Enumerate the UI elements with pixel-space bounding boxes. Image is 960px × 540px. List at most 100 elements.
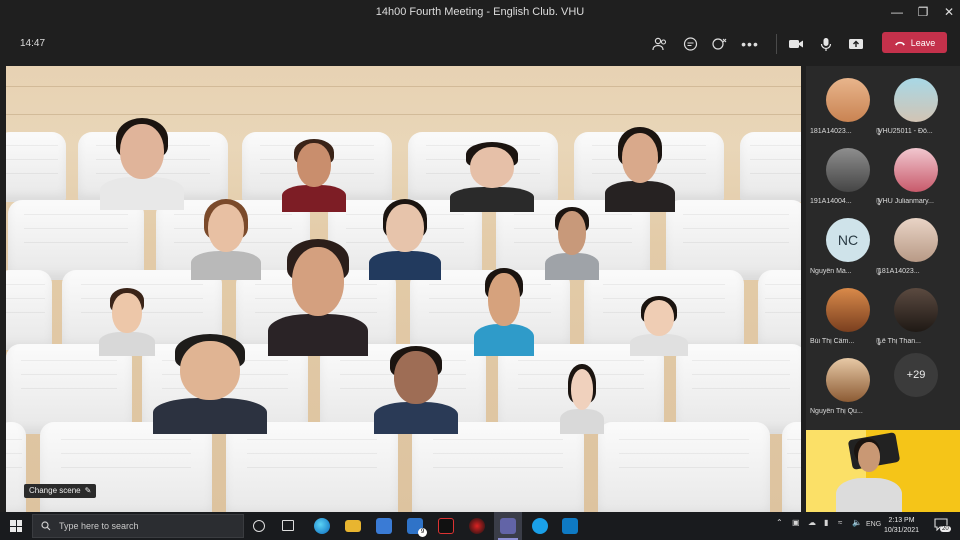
participant-tile[interactable]: 181A14023... xyxy=(878,212,946,276)
app-icon-blue[interactable] xyxy=(562,518,578,534)
participant-face xyxy=(394,351,438,404)
participant-body xyxy=(560,408,604,434)
participant-face xyxy=(180,340,240,401)
participant-tile[interactable]: NC Nguyễn Ma... 🎙 xyxy=(810,212,883,276)
participant-video[interactable] xyxy=(92,112,192,210)
participant-tile[interactable]: VHU25011 - Đỗ... xyxy=(878,72,946,136)
more-participants-button[interactable]: +29 xyxy=(894,353,938,397)
seat xyxy=(740,132,801,202)
seat xyxy=(666,200,801,280)
participant-body xyxy=(190,250,262,280)
language-indicator[interactable]: ENG xyxy=(866,521,881,528)
meeting-toolbar: 14:47 ••• Leave xyxy=(0,24,960,64)
microphone-icon xyxy=(820,37,832,51)
seat xyxy=(6,132,66,202)
task-view-icon[interactable] xyxy=(282,520,294,531)
seat xyxy=(782,422,801,512)
taskbar-clock[interactable]: 2:13 PM 10/31/2021 xyxy=(884,516,919,536)
participants-button[interactable] xyxy=(650,34,670,54)
tray-app-icon[interactable]: ▣ xyxy=(792,518,800,527)
mic-button[interactable] xyxy=(816,34,836,54)
participant-name: 181A14023... xyxy=(810,128,852,135)
app-icon-circle[interactable] xyxy=(469,518,485,534)
chat-button[interactable] xyxy=(680,34,700,54)
more-actions-button[interactable]: ••• xyxy=(740,34,760,54)
together-mode-stage: Change scene ✎ xyxy=(6,66,801,512)
share-screen-icon xyxy=(849,38,863,49)
participant-face xyxy=(621,132,659,184)
camera-icon xyxy=(789,40,803,48)
participant-video[interactable] xyxy=(142,328,278,434)
participant-body xyxy=(473,324,535,356)
participant-video[interactable] xyxy=(468,262,540,356)
reactions-button[interactable] xyxy=(710,34,730,54)
avatar xyxy=(826,288,870,332)
participant-tile[interactable]: 191A14004... 🎙 xyxy=(810,142,883,206)
window-title: 14h00 Fourth Meeting - English Club. VHU xyxy=(375,6,585,18)
self-view-video xyxy=(806,430,960,512)
avatar xyxy=(826,358,870,402)
participant-body xyxy=(100,176,184,210)
participant-video[interactable] xyxy=(624,292,694,356)
file-explorer-icon[interactable] xyxy=(345,520,361,532)
mail-icon[interactable]: 9 xyxy=(407,518,427,537)
participant-name: Nguyễn Thị Qu... xyxy=(810,408,863,415)
participant-tile[interactable]: Nguyễn Thị Qu... xyxy=(810,352,878,416)
participant-video[interactable] xyxy=(556,360,608,434)
participant-name: 191A14004... xyxy=(810,198,852,205)
camera-button[interactable] xyxy=(786,34,806,54)
avatar xyxy=(894,78,938,122)
participant-tile[interactable]: Lê Thị Than... xyxy=(878,282,946,346)
window-titlebar: 14h00 Fourth Meeting - English Club. VHU… xyxy=(0,0,960,24)
participant-face xyxy=(386,204,424,253)
search-placeholder: Type here to search xyxy=(59,521,139,531)
seat xyxy=(226,422,398,512)
seat xyxy=(6,422,26,512)
wifi-icon[interactable]: ≈ xyxy=(838,518,842,527)
participant-video[interactable] xyxy=(540,202,604,280)
close-button[interactable]: ✕ xyxy=(934,3,960,21)
share-button[interactable] xyxy=(846,34,866,54)
seat xyxy=(40,422,212,512)
start-button[interactable] xyxy=(10,520,22,532)
participant-face xyxy=(112,292,142,333)
tray-overflow-icon[interactable]: ⌃ xyxy=(776,518,783,527)
participant-video[interactable] xyxy=(442,138,542,212)
participant-body xyxy=(267,313,369,356)
battery-icon[interactable]: ▮ xyxy=(824,518,828,527)
participant-video[interactable] xyxy=(366,340,466,434)
windows-taskbar: Type here to search 9 ⌃ ▣ ☁ ▮ ≈ 🔈 ENG 2:… xyxy=(0,512,960,540)
participant-tile[interactable]: VHU Julianmary... xyxy=(878,142,946,206)
clock-date: 10/31/2021 xyxy=(884,527,920,534)
search-icon xyxy=(41,521,51,531)
wall-panel-line xyxy=(6,86,801,87)
edge-browser-icon[interactable] xyxy=(314,518,330,534)
notification-center-button[interactable]: 20 xyxy=(934,518,951,534)
windows-logo-icon xyxy=(10,520,16,526)
participant-video[interactable] xyxy=(276,134,352,212)
store-icon[interactable] xyxy=(376,518,392,534)
participant-video[interactable] xyxy=(598,122,682,212)
cortana-icon[interactable] xyxy=(253,520,265,532)
avatar: NC xyxy=(826,218,870,262)
cloud-icon[interactable]: ☁ xyxy=(808,518,816,527)
participant-tile[interactable]: 181A14023... 🎙 xyxy=(810,72,883,136)
app-icon-red[interactable] xyxy=(438,518,454,534)
zalo-icon[interactable] xyxy=(532,518,548,534)
leave-button[interactable]: Leave xyxy=(882,32,947,53)
change-scene-button[interactable]: Change scene ✎ xyxy=(24,484,97,498)
participant-face xyxy=(207,204,245,253)
seat xyxy=(6,344,132,434)
participant-body xyxy=(450,186,534,212)
participants-gallery: 181A14023... 🎙 VHU25011 - Đỗ... 191A1400… xyxy=(806,66,960,512)
participant-body xyxy=(368,250,442,280)
participant-tile[interactable]: Bùi Thị Cẩm... 🎙 xyxy=(810,282,883,346)
volume-icon[interactable]: 🔈 xyxy=(852,518,862,527)
participant-video[interactable] xyxy=(184,194,268,280)
seat xyxy=(6,270,52,350)
selfview-body xyxy=(836,478,902,512)
participant-face xyxy=(557,211,587,256)
leave-label: Leave xyxy=(910,37,936,48)
teams-taskbar-active[interactable] xyxy=(494,512,522,540)
taskbar-search[interactable]: Type here to search xyxy=(32,514,244,538)
